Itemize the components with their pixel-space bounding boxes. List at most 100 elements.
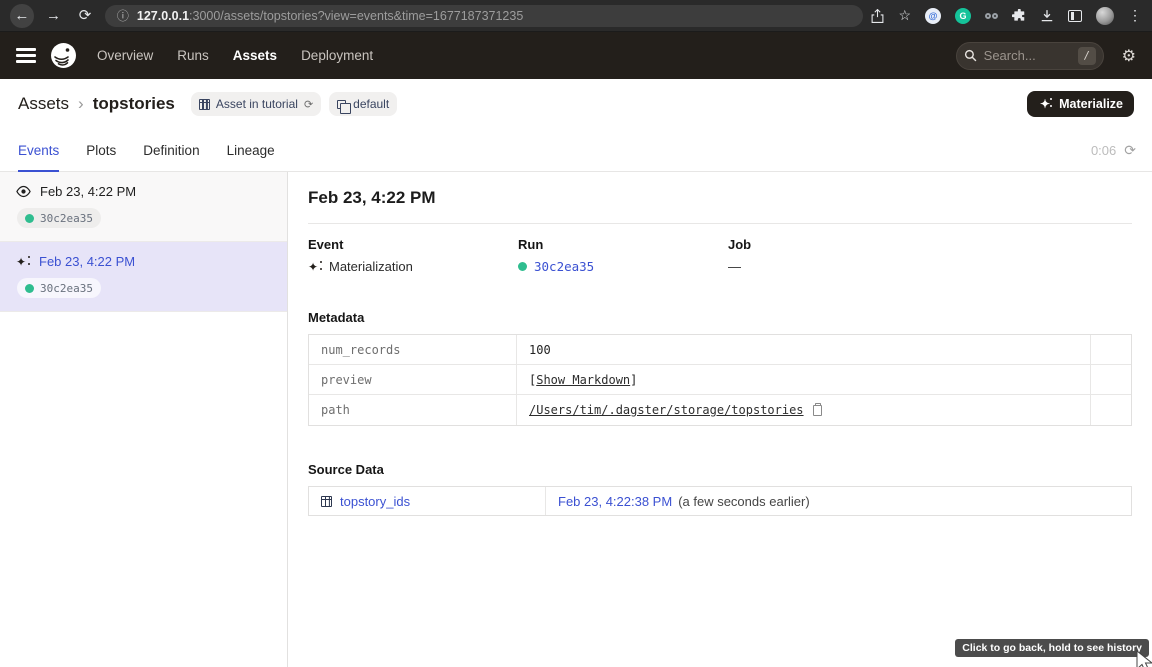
- tab-lineage[interactable]: Lineage: [227, 129, 275, 171]
- source-timestamp-link[interactable]: Feb 23, 4:22:38 PM: [558, 494, 672, 509]
- event-timestamp: Feb 23, 4:22 PM: [39, 254, 135, 269]
- job-column-label: Job: [728, 237, 938, 252]
- metadata-key: num_records: [309, 335, 517, 364]
- metadata-key: preview: [309, 365, 517, 394]
- search-placeholder: Search...: [984, 48, 1071, 63]
- nav-item-deployment[interactable]: Deployment: [301, 48, 373, 63]
- asset-events-content: Feb 23, 4:22 PM 30c2ea35 ✦ Feb 23, 4:22 …: [0, 172, 1152, 667]
- nav-item-assets[interactable]: Assets: [233, 48, 277, 63]
- address-bar[interactable]: ⓘ 127.0.0.1:3000/assets/topstories?view=…: [105, 5, 864, 27]
- browser-menu-icon[interactable]: ⋮: [1128, 7, 1142, 24]
- event-summary: Event ✦ Materialization Run 30c2ea35 Job…: [308, 237, 1132, 274]
- tab-events[interactable]: Events: [18, 129, 59, 171]
- metadata-value: 100: [529, 343, 551, 357]
- materialize-sparkle-icon: ✦: [1038, 98, 1052, 110]
- url-text: 127.0.0.1:3000/assets/topstories?view=ev…: [137, 9, 523, 23]
- extensions-puzzle-icon[interactable]: [1012, 9, 1026, 23]
- breadcrumb-assets-link[interactable]: Assets: [18, 94, 69, 114]
- event-list-item-observation[interactable]: Feb 23, 4:22 PM 30c2ea35: [0, 172, 287, 242]
- event-list-sidebar: Feb 23, 4:22 PM 30c2ea35 ✦ Feb 23, 4:22 …: [0, 172, 288, 667]
- primary-nav: Overview Runs Assets Deployment: [97, 48, 373, 63]
- asset-group-badge-label: Asset in tutorial: [216, 97, 298, 111]
- default-group-badge-label: default: [353, 97, 389, 111]
- run-id-label: 30c2ea35: [40, 212, 93, 225]
- asset-badges: Asset in tutorial ⟳ default: [191, 92, 397, 116]
- profile-avatar[interactable]: [1096, 7, 1114, 25]
- metadata-row-path: path /Users/tim/.dagster/storage/topstor…: [309, 395, 1131, 425]
- metadata-row-num-records: num_records 100: [309, 335, 1131, 365]
- mouse-cursor: [1134, 650, 1152, 667]
- event-column-label: Event: [308, 237, 518, 252]
- side-panel-icon[interactable]: [1068, 10, 1082, 22]
- download-icon[interactable]: [1040, 9, 1054, 23]
- path-link[interactable]: /Users/tim/.dagster/storage/topstories: [529, 403, 804, 417]
- reload-definitions-icon[interactable]: ⟳: [304, 98, 313, 111]
- run-status-dot: [518, 262, 527, 271]
- event-list-item-materialization[interactable]: ✦ Feb 23, 4:22 PM 30c2ea35: [0, 242, 287, 312]
- source-data-row: topstory_ids Feb 23, 4:22:38 PM (a few s…: [309, 487, 1131, 515]
- refresh-icon[interactable]: ⟳: [1124, 142, 1136, 159]
- divider: [308, 223, 1132, 224]
- job-value: —: [728, 259, 741, 274]
- default-group-badge[interactable]: default: [329, 92, 397, 116]
- breadcrumb-separator: ›: [78, 94, 84, 114]
- tab-plots[interactable]: Plots: [86, 129, 116, 171]
- materialization-sparkle-icon: ✦: [16, 256, 30, 268]
- url-path: :3000/assets/topstories?view=events&time…: [189, 9, 523, 23]
- asset-tabs: Events Plots Definition Lineage 0:06 ⟳: [0, 129, 1152, 172]
- nav-item-runs[interactable]: Runs: [177, 48, 209, 63]
- source-data-section-label: Source Data: [308, 462, 1132, 477]
- materialize-button[interactable]: ✦ Materialize: [1027, 91, 1134, 117]
- metadata-row-preview: preview [ Show Markdown ]: [309, 365, 1131, 395]
- metadata-key: path: [309, 395, 517, 425]
- browser-forward-button[interactable]: →: [42, 4, 66, 28]
- browser-toolbar: ← → ⟳ ⓘ 127.0.0.1:3000/assets/topstories…: [0, 0, 1152, 32]
- run-tag[interactable]: 30c2ea35: [17, 278, 101, 298]
- materialization-sparkle-icon: ✦: [308, 261, 322, 273]
- refresh-status: 0:06 ⟳: [1091, 142, 1136, 159]
- extension-a-icon[interactable]: @: [925, 8, 941, 24]
- run-status-dot: [25, 284, 34, 293]
- layers-icon: [337, 100, 346, 109]
- run-status-dot: [25, 214, 34, 223]
- tab-definition[interactable]: Definition: [143, 129, 199, 171]
- show-markdown-link[interactable]: Show Markdown: [536, 373, 630, 387]
- run-tag[interactable]: 30c2ea35: [17, 208, 101, 228]
- copy-clipboard-icon[interactable]: [813, 405, 822, 416]
- goggles-extension-icon[interactable]: [985, 13, 998, 19]
- metadata-section-label: Metadata: [308, 310, 1132, 325]
- event-detail-title: Feb 23, 4:22 PM: [308, 188, 1132, 208]
- settings-gear-icon[interactable]: ⚙: [1122, 46, 1136, 66]
- asset-group-badge[interactable]: Asset in tutorial ⟳: [191, 92, 321, 116]
- bookmark-star-icon[interactable]: ☆: [898, 7, 911, 24]
- run-id-link[interactable]: 30c2ea35: [534, 259, 594, 274]
- event-type-value: Materialization: [329, 259, 413, 274]
- browser-reload-button[interactable]: ⟳: [73, 4, 97, 28]
- share-icon[interactable]: [871, 9, 884, 23]
- bracket-close: ]: [630, 373, 637, 387]
- refresh-countdown: 0:06: [1091, 143, 1116, 158]
- global-search-input[interactable]: Search... /: [956, 42, 1104, 70]
- asset-grid-icon: [199, 99, 210, 110]
- event-timestamp: Feb 23, 4:22 PM: [40, 184, 136, 199]
- source-asset-link[interactable]: topstory_ids: [340, 494, 410, 509]
- back-button-tooltip: Click to go back, hold to see history: [955, 639, 1149, 657]
- url-host: 127.0.0.1: [137, 9, 189, 23]
- metadata-table: num_records 100 preview [ Show Markdown …: [308, 334, 1132, 426]
- materialize-button-label: Materialize: [1059, 97, 1123, 111]
- site-info-icon[interactable]: ⓘ: [117, 7, 129, 24]
- observation-eye-icon: [16, 185, 31, 198]
- event-detail-panel: Feb 23, 4:22 PM Event ✦ Materialization …: [288, 172, 1152, 667]
- menu-hamburger-icon[interactable]: [16, 48, 36, 63]
- search-icon: [964, 49, 977, 62]
- nav-item-overview[interactable]: Overview: [97, 48, 153, 63]
- grammarly-extension-icon[interactable]: G: [955, 8, 971, 24]
- browser-back-button[interactable]: ←: [10, 4, 34, 28]
- dagster-logo[interactable]: [50, 42, 77, 69]
- asset-page-header: Assets › topstories Asset in tutorial ⟳ …: [0, 79, 1152, 129]
- run-column-label: Run: [518, 237, 728, 252]
- source-data-table: topstory_ids Feb 23, 4:22:38 PM (a few s…: [308, 486, 1132, 516]
- source-timestamp-note: (a few seconds earlier): [678, 494, 810, 509]
- search-shortcut-chip: /: [1078, 47, 1096, 65]
- breadcrumb-asset-name: topstories: [93, 94, 175, 114]
